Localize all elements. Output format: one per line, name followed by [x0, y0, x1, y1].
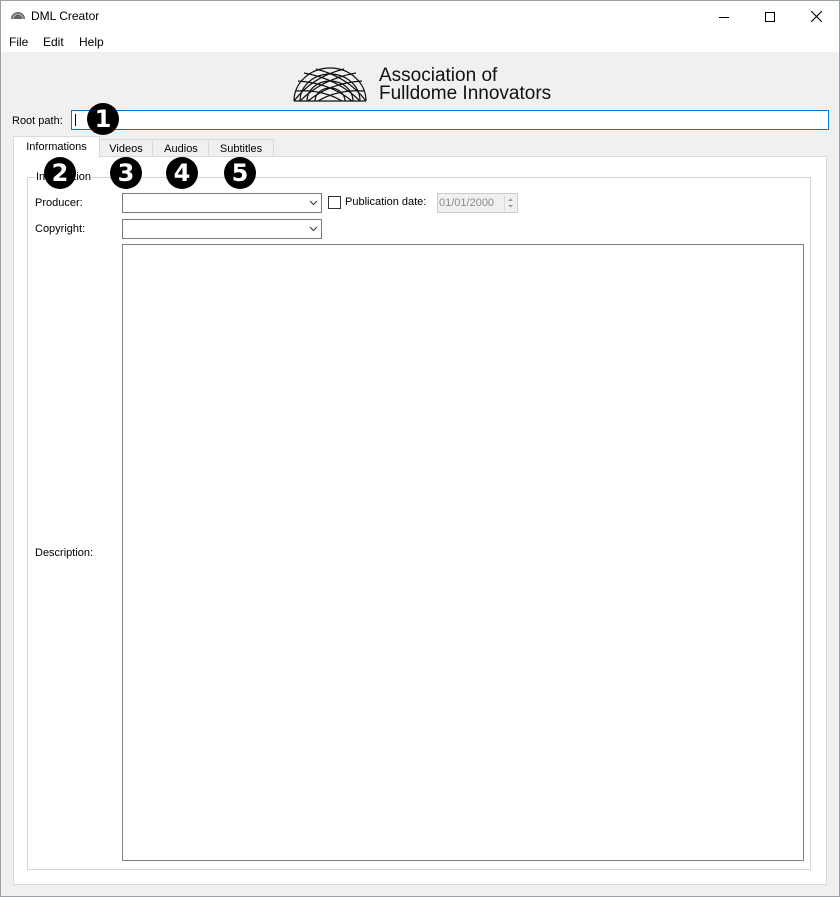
menu-help[interactable]: Help: [79, 35, 104, 49]
annotation-badge-2: 2: [44, 157, 76, 189]
publication-date-input[interactable]: 01/01/2000: [437, 193, 518, 213]
maximize-button[interactable]: [747, 1, 793, 32]
publication-date-value: 01/01/2000: [439, 197, 495, 209]
publication-date-checkbox[interactable]: [328, 196, 341, 209]
dome-icon: [11, 12, 25, 20]
menu-bar: File Edit Help: [1, 32, 839, 52]
copyright-combobox[interactable]: [122, 219, 322, 239]
description-label: Description:: [35, 547, 94, 559]
logo-text-line2: Fulldome Innovators: [379, 83, 552, 104]
menu-edit[interactable]: Edit: [43, 35, 64, 49]
producer-label: Producer:: [35, 197, 83, 209]
chevron-down-icon: [309, 226, 318, 232]
producer-combobox[interactable]: [122, 193, 322, 213]
window-title: DML Creator: [31, 9, 100, 23]
chevron-down-icon: [309, 200, 318, 206]
spinner-arrows-icon: [508, 198, 513, 208]
date-spinner[interactable]: [504, 195, 516, 211]
root-path-input[interactable]: [71, 110, 829, 130]
afi-logo: Association of Fulldome Innovators: [292, 66, 552, 104]
minimize-icon: [719, 16, 729, 18]
annotation-badge-5: 5: [224, 157, 256, 189]
close-button[interactable]: [793, 1, 839, 32]
menu-file[interactable]: File: [9, 35, 28, 49]
annotation-badge-3: 3: [110, 157, 142, 189]
description-textarea[interactable]: [122, 244, 804, 861]
close-icon: [810, 11, 822, 22]
annotation-badge-1: 1: [87, 103, 119, 135]
informations-panel: Information Producer: Publication date: …: [13, 156, 827, 885]
title-bar: DML Creator: [1, 1, 839, 32]
dome-grid-logo-icon: [293, 67, 367, 102]
root-path-label: Root path:: [12, 115, 63, 127]
tab-informations[interactable]: Informations: [13, 136, 100, 158]
annotation-badge-4: 4: [166, 157, 198, 189]
maximize-icon: [765, 11, 775, 22]
publication-date-label: Publication date:: [345, 196, 427, 208]
app-window: DML Creator File Edit Help Association o…: [0, 0, 840, 897]
text-caret: [75, 114, 76, 126]
minimize-button[interactable]: [701, 1, 747, 32]
copyright-label: Copyright:: [35, 223, 86, 235]
